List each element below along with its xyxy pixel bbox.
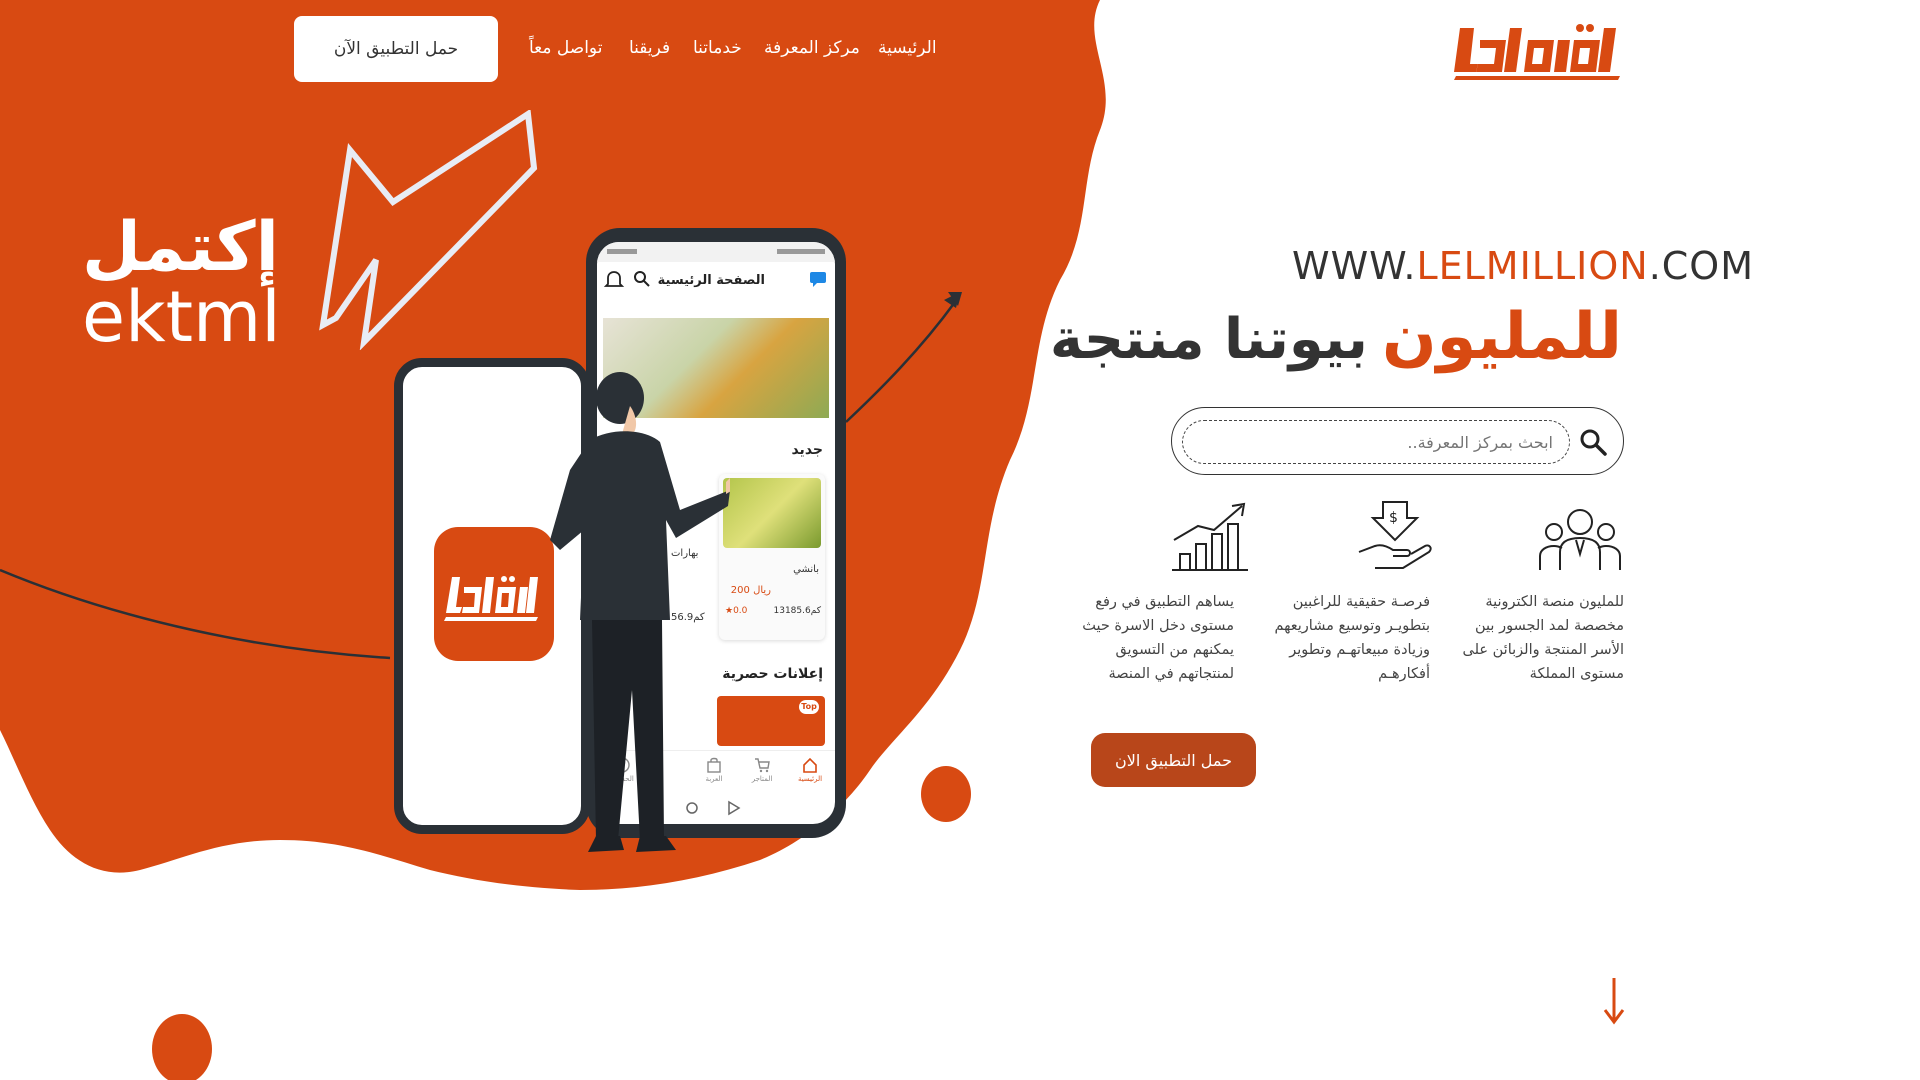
- app-icon: [434, 527, 554, 661]
- nav-item-team[interactable]: فريقنا: [629, 38, 670, 58]
- feature-text-platform: للمليون منصة الكترونية مخصصة لمد الجسور …: [1462, 594, 1624, 682]
- section-title-ads: إعلانات حصرية: [722, 666, 823, 682]
- section-title-new: جديد: [791, 442, 823, 458]
- search-input[interactable]: [1182, 420, 1570, 464]
- ad-banner[interactable]: Top: [717, 696, 825, 746]
- nav-item-home[interactable]: الرئيسية: [878, 38, 937, 58]
- ad-top-badge: Top: [799, 700, 819, 714]
- home-icon: [803, 757, 817, 773]
- ektml-latin-logotype: ektml: [82, 276, 281, 358]
- lelmillion-logo[interactable]: [1450, 18, 1628, 86]
- product-image: [723, 478, 821, 548]
- feature-text-income: يساهم التطبيق في رفع مستوى دخل الاسرة حي…: [1082, 594, 1234, 682]
- decorative-dot: [152, 1014, 212, 1080]
- nav-item-services[interactable]: خدماتنا: [693, 38, 742, 58]
- cart-icon: [755, 758, 770, 773]
- growth-chart-icon: [1172, 502, 1248, 571]
- zigzag-decoration: [319, 110, 538, 350]
- chat-icon[interactable]: [809, 271, 827, 287]
- svg-text:$: $: [1389, 510, 1398, 526]
- website-url: WWW.LELMILLION.COM: [1292, 244, 1754, 288]
- nav-item-contact[interactable]: تواصل معاً: [529, 38, 602, 58]
- product-price: 200 ريال: [730, 585, 771, 596]
- download-app-nav-button[interactable]: حمل التطبيق الآن: [294, 16, 498, 82]
- status-bar: [597, 242, 835, 262]
- product-name: بانشي: [793, 564, 819, 575]
- product-distance: 13185.6كم: [773, 606, 822, 616]
- decorative-dot: [921, 766, 971, 822]
- hero-headline: للمليون بيوتنا منتجة: [1050, 300, 1622, 374]
- search-icon[interactable]: [1579, 428, 1607, 456]
- arrow-down-icon[interactable]: [1602, 976, 1626, 1026]
- tab-stores[interactable]: المتاجر: [739, 751, 785, 795]
- people-group-icon: [1539, 509, 1621, 570]
- tab-home[interactable]: الرئيسية: [787, 751, 833, 795]
- feature-text-opportunity: فرصـة حقيقية للراغبين بتطويـر وتوسيع مشا…: [1274, 594, 1430, 682]
- screen-title: الصفحة الرئيسية: [657, 273, 765, 288]
- headline-accent: للمليون: [1381, 300, 1622, 374]
- search-icon[interactable]: [633, 270, 651, 288]
- product-card[interactable]: بانشي 200 ريال ★0.0 13185.6كم: [719, 474, 825, 640]
- search-container: [1171, 407, 1624, 475]
- nav-item-knowledge-center[interactable]: مركز المعرفة: [764, 38, 860, 58]
- man-illustration: [550, 372, 730, 852]
- orange-background-shape: [0, 0, 1106, 890]
- headline-rest: بيوتنا منتجة: [1049, 307, 1368, 372]
- download-app-button[interactable]: حمل التطبيق الان: [1091, 733, 1256, 787]
- hand-money-icon: $: [1358, 501, 1432, 569]
- bell-icon[interactable]: [603, 268, 625, 290]
